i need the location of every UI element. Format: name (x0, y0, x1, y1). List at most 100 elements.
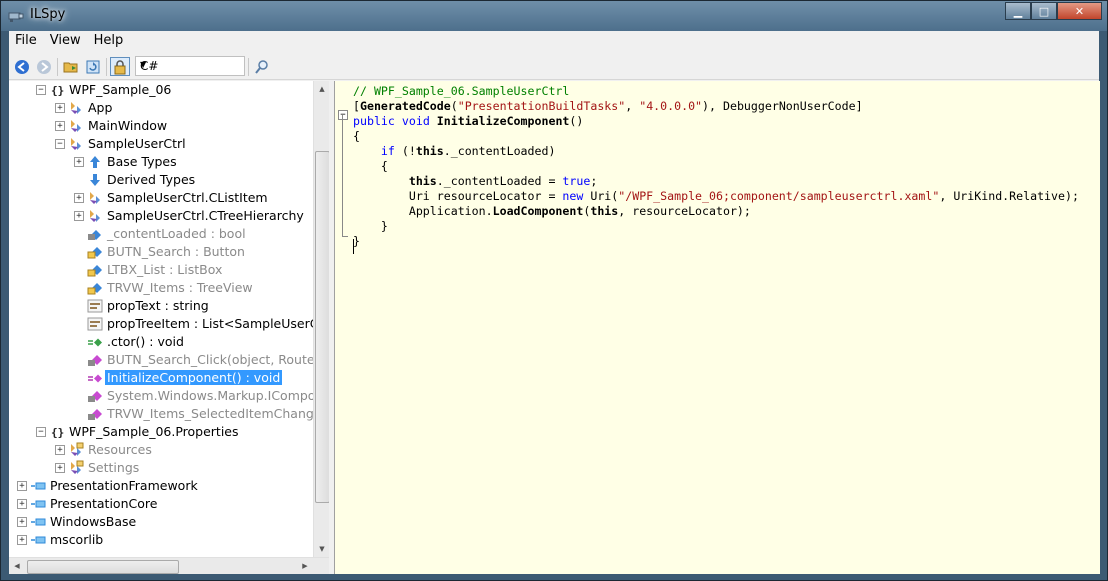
scroll-left-icon[interactable]: ◀ (9, 558, 25, 574)
expand-icon[interactable]: + (55, 103, 65, 113)
tree-row-label: PresentationCore (50, 496, 158, 511)
tree-row[interactable]: System.Windows.Markup.IComponen (9, 387, 313, 405)
expand-icon[interactable]: + (17, 535, 27, 545)
code-token: // WPF_Sample_06.SampleUserCtrl (353, 84, 570, 98)
tree-row[interactable]: + Settings (9, 459, 313, 477)
forward-button[interactable] (34, 57, 54, 76)
code-token: void (401, 114, 430, 128)
scrollbar-thumb[interactable] (27, 560, 179, 574)
expand-icon[interactable]: + (74, 211, 84, 221)
back-button[interactable] (12, 57, 32, 76)
show-internal-button[interactable] (110, 57, 130, 76)
namespace-icon: {} (49, 82, 65, 98)
code-token: "PresentationBuildTasks" (457, 99, 626, 113)
expand-icon[interactable]: + (17, 499, 27, 509)
tree-row-label: _contentLoaded : bool (107, 226, 246, 241)
collapse-icon[interactable]: − (36, 427, 46, 437)
scroll-right-icon[interactable]: ▶ (297, 558, 313, 574)
class-icon (87, 190, 103, 206)
class-icon (87, 208, 103, 224)
open-button[interactable] (61, 57, 81, 76)
tree-row-label: WPF_Sample_06 (69, 82, 172, 97)
minimize-button[interactable]: ▁ (1005, 2, 1031, 20)
tree-row[interactable]: InitializeComponent() : void (9, 369, 313, 387)
tree-row-label: Base Types (107, 154, 177, 169)
expand-icon[interactable]: + (55, 445, 65, 455)
scroll-down-icon[interactable]: ▼ (314, 541, 329, 557)
scroll-up-icon[interactable]: ▲ (314, 81, 329, 97)
tree-row-label: MainWindow (88, 118, 168, 133)
tree-row[interactable]: LTBX_List : ListBox (9, 261, 313, 279)
tree-row[interactable]: Derived Types (9, 171, 313, 189)
tree-row[interactable]: BUTN_Search : Button (9, 243, 313, 261)
tree-row[interactable]: − SampleUserCtrl (9, 135, 313, 153)
code-editor[interactable]: − // WPF_Sample_06.SampleUserCtrl[Genera… (334, 81, 1100, 574)
tree-row-label: TRVW_Items_SelectedItemChange (107, 406, 313, 421)
text-caret (353, 239, 354, 254)
tree-row[interactable]: TRVW_Items : TreeView (9, 279, 313, 297)
expand-icon[interactable]: + (17, 481, 27, 491)
menu-file[interactable]: File (9, 31, 44, 52)
tree-row[interactable]: + PresentationFramework (9, 477, 313, 495)
toolbar-separator (248, 58, 249, 76)
tree-row-label: WindowsBase (50, 514, 137, 529)
code-token: } (353, 234, 360, 248)
code-token: } (353, 219, 388, 233)
collapse-icon[interactable]: − (36, 85, 46, 95)
namespace-icon: {} (49, 424, 65, 440)
title-bar[interactable]: ILSpy ▁ □ ✕ (1, 1, 1107, 31)
base-types-icon (87, 154, 103, 170)
expand-icon[interactable]: + (74, 193, 84, 203)
code-line: { (353, 129, 360, 144)
tree-row[interactable]: + PresentationCore (9, 495, 313, 513)
tree-row[interactable]: + Resources (9, 441, 313, 459)
menu-help[interactable]: Help (88, 31, 131, 52)
close-button[interactable]: ✕ (1057, 2, 1102, 20)
tree-row[interactable]: + SampleUserCtrl.CListItem (9, 189, 313, 207)
tree-row[interactable]: + App (9, 99, 313, 117)
fold-collapse-icon[interactable]: − (338, 110, 348, 120)
tree-row[interactable]: + MainWindow (9, 117, 313, 135)
tree-row[interactable]: propTreeItem : List<SampleUserCt (9, 315, 313, 333)
tree-row-label: Derived Types (107, 172, 196, 187)
tree-row[interactable]: BUTN_Search_Click(object, Routed (9, 351, 313, 369)
code-token: ), DebuggerNonUserCode] (702, 99, 863, 113)
expand-icon[interactable]: + (55, 463, 65, 473)
tree-vertical-scrollbar[interactable]: ▲ ▼ (313, 81, 329, 557)
tree-row[interactable]: −{} WPF_Sample_06 (9, 81, 313, 99)
maximize-button[interactable]: □ (1031, 2, 1057, 20)
assembly-tree[interactable]: −{} WPF_Sample_06 + App + MainWindow − SampleUs… (9, 81, 330, 574)
toolbar-separator (57, 58, 58, 76)
code-token: { (353, 129, 360, 143)
private-field-icon (87, 226, 103, 242)
expand-icon[interactable]: + (74, 157, 84, 167)
tree-row[interactable]: propText : string (9, 297, 313, 315)
collapse-icon[interactable]: − (55, 139, 65, 149)
scrollbar-thumb[interactable] (315, 151, 329, 503)
code-token: Application. (353, 204, 493, 218)
tree-row[interactable]: _contentLoaded : bool (9, 225, 313, 243)
language-select[interactable]: C# ▼ (135, 56, 245, 76)
tree-row[interactable]: −{} WPF_Sample_06.Properties (9, 423, 313, 441)
code-token: new (562, 189, 584, 203)
tree-horizontal-scrollbar[interactable]: ◀ ▶ (9, 557, 329, 574)
window-title: ILSpy (30, 7, 66, 22)
search-button[interactable] (252, 57, 272, 76)
tree-row[interactable]: + SampleUserCtrl.CTreeHierarchy (9, 207, 313, 225)
tree-row[interactable]: + Base Types (9, 153, 313, 171)
tree-row-label: mscorlib (50, 532, 104, 547)
tree-row[interactable]: + WindowsBase (9, 513, 313, 531)
minimize-icon: ▁ (1013, 4, 1023, 18)
menu-view[interactable]: View (44, 31, 88, 52)
expand-icon[interactable]: + (55, 121, 65, 131)
tree-row[interactable]: TRVW_Items_SelectedItemChange (9, 405, 313, 423)
internal-class-icon (68, 460, 84, 476)
tree-row[interactable]: .ctor() : void (9, 333, 313, 351)
tree-row[interactable]: + mscorlib (9, 531, 313, 549)
expand-icon[interactable]: + (17, 517, 27, 527)
private-method-icon (87, 406, 103, 422)
code-token: this (590, 204, 619, 218)
refresh-button[interactable] (83, 57, 103, 76)
